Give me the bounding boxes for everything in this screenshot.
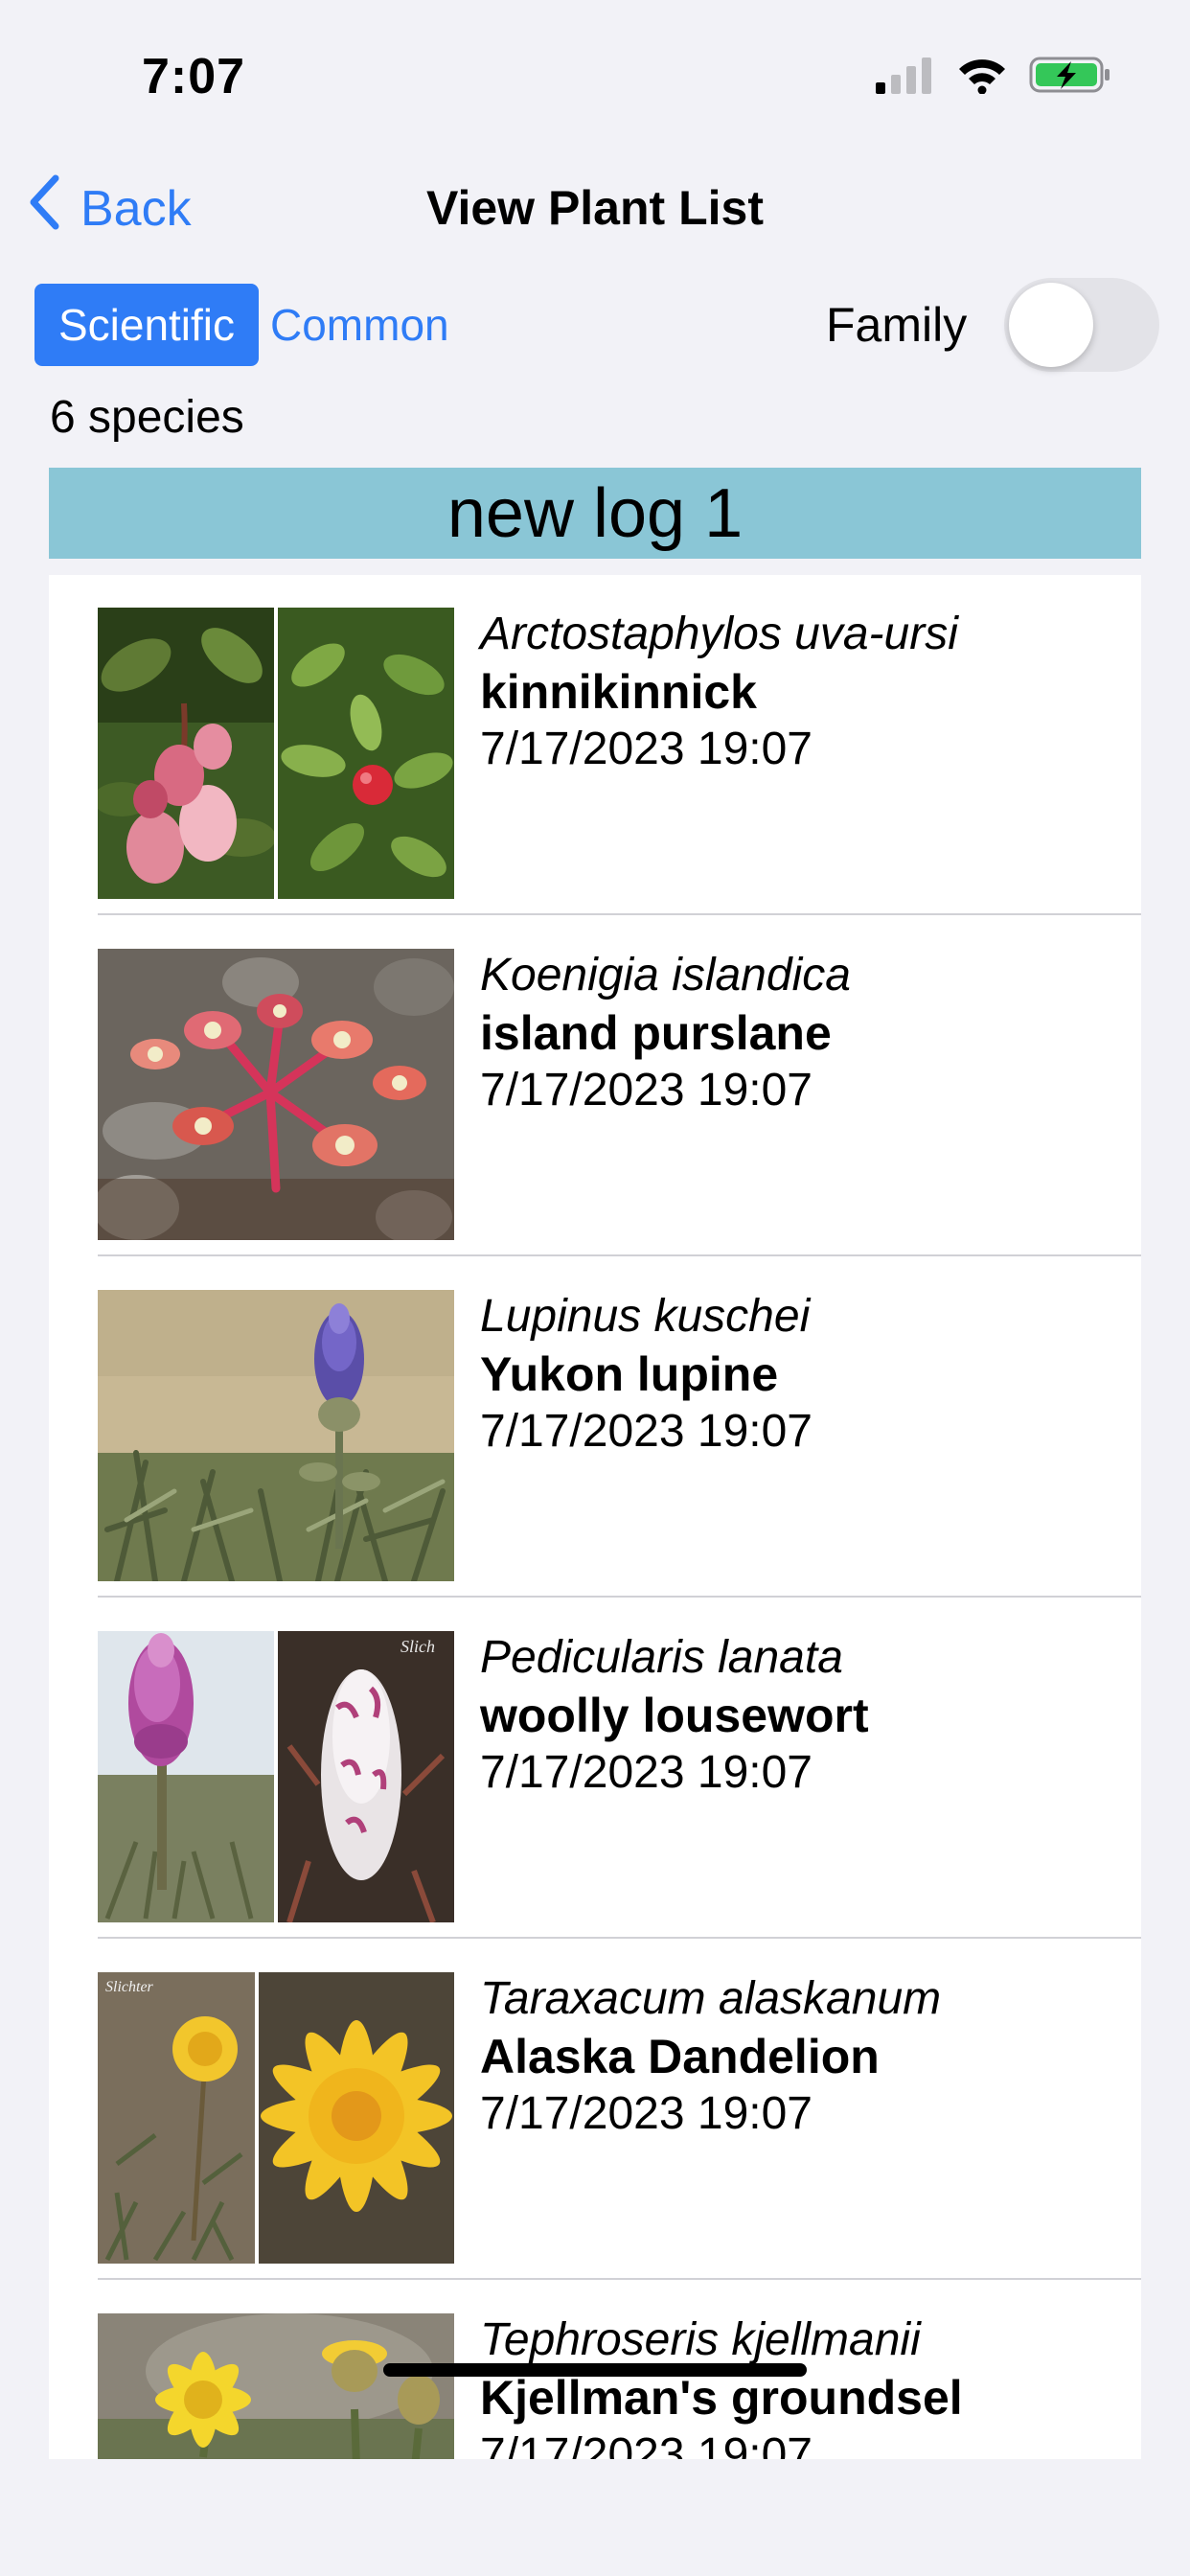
navigation-bar: Back View Plant List: [0, 163, 1190, 259]
scientific-name: Koenigia islandica: [480, 950, 851, 1000]
common-name: island purslane: [480, 1006, 832, 1060]
plant-photo: [98, 2313, 454, 2459]
plant-row[interactable]: Lupinus kuschei Yukon lupine 7/17/2023 1…: [49, 1257, 1141, 1598]
family-label: Family: [826, 298, 968, 352]
plant-photo: [98, 949, 454, 1240]
row-separator: [98, 1254, 1141, 1256]
plant-row[interactable]: Slichter Taraxacum alaskanum Alaska Dand…: [49, 1940, 1141, 2280]
plant-list: Arctostaphylos uva-ursi kinnikinnick 7/1…: [49, 575, 1141, 2459]
toggle-knob: [1009, 283, 1093, 367]
common-name: kinnikinnick: [480, 665, 757, 719]
plant-text: Koenigia islandica island purslane 7/17/…: [480, 947, 851, 1119]
cellular-signal-icon: [876, 56, 935, 99]
common-name: Kjellman's groundsel: [480, 2371, 963, 2425]
wifi-icon: [956, 56, 1008, 99]
scientific-name: Tephroseris kjellmanii: [480, 2314, 921, 2365]
log-date: 7/17/2023 19:07: [480, 724, 812, 774]
common-name: Alaska Dandelion: [480, 2030, 880, 2083]
plant-text: Taraxacum alaskanum Alaska Dandelion 7/1…: [480, 1970, 941, 2143]
row-separator: [98, 1596, 1141, 1598]
plant-row[interactable]: Koenigia islandica island purslane 7/17/…: [49, 916, 1141, 1256]
battery-charging-icon: [1029, 56, 1111, 99]
row-separator: [98, 1937, 1141, 1939]
log-date: 7/17/2023 19:07: [480, 2429, 812, 2459]
plant-text: Pedicularis lanata woolly lousewort 7/17…: [480, 1629, 869, 1802]
common-name: Yukon lupine: [480, 1347, 779, 1401]
plant-text: Tephroseris kjellmanii Kjellman's ground…: [480, 2312, 963, 2459]
plant-text: Arctostaphylos uva-ursi kinnikinnick 7/1…: [480, 606, 958, 778]
row-separator: [98, 913, 1141, 915]
svg-text:Slichter: Slichter: [105, 1979, 154, 1995]
scientific-segment[interactable]: Scientific: [34, 284, 259, 366]
plant-photo: [98, 1290, 454, 1581]
plant-row[interactable]: Arctostaphylos uva-ursi kinnikinnick 7/1…: [49, 575, 1141, 915]
status-bar: 7:07: [0, 0, 1190, 158]
name-display-controls: Scientific Common Family: [0, 278, 1190, 374]
status-icons: [876, 56, 1111, 99]
home-indicator[interactable]: [383, 2363, 807, 2377]
row-separator: [98, 2278, 1141, 2280]
log-date: 7/17/2023 19:07: [480, 1065, 812, 1116]
plant-photo: [98, 608, 454, 899]
svg-text:Slich: Slich: [400, 1637, 435, 1656]
status-time: 7:07: [142, 49, 246, 104]
log-date: 7/17/2023 19:07: [480, 2088, 812, 2139]
scientific-name: Pedicularis lanata: [480, 1632, 843, 1683]
scientific-name: Taraxacum alaskanum: [480, 1973, 942, 2024]
species-count: 6 species: [50, 392, 244, 443]
family-toggle[interactable]: [1004, 278, 1159, 372]
plant-photo: Slich: [98, 1631, 454, 1922]
log-section-header: new log 1: [49, 468, 1141, 559]
scientific-name: Arctostaphylos uva-ursi: [480, 609, 958, 659]
page-title: View Plant List: [426, 181, 764, 235]
log-date: 7/17/2023 19:07: [480, 1747, 812, 1798]
plant-row[interactable]: Slich Pedicularis lanata woolly lousewor…: [49, 1598, 1141, 1939]
common-segment[interactable]: Common: [270, 284, 449, 366]
scientific-name: Lupinus kuschei: [480, 1291, 811, 1342]
plant-photo: Slichter: [98, 1972, 454, 2264]
log-date: 7/17/2023 19:07: [480, 1406, 812, 1457]
common-name: woolly lousewort: [480, 1689, 869, 1742]
plant-text: Lupinus kuschei Yukon lupine 7/17/2023 1…: [480, 1288, 812, 1460]
